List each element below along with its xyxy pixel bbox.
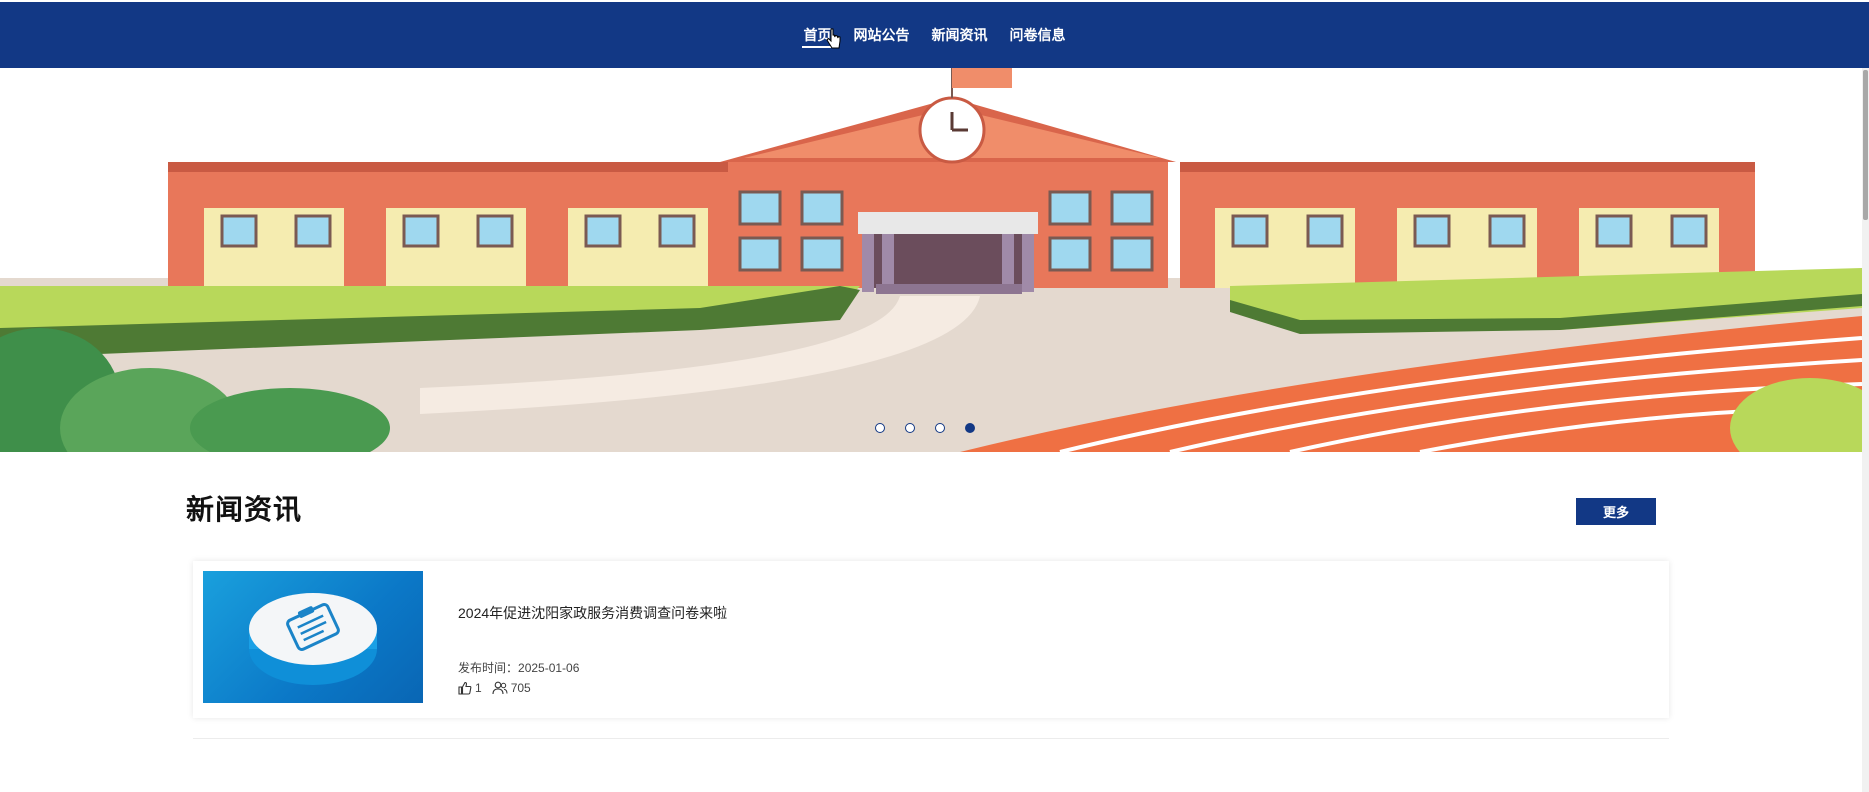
date-label: 发布时间： (458, 661, 519, 675)
nav-item-surveys[interactable]: 问卷信息 (1010, 2, 1066, 68)
hero-banner[interactable] (0, 68, 1862, 452)
carousel-dot-3[interactable] (935, 423, 945, 433)
main-nav: 首页 网站公告 新闻资讯 问卷信息 (0, 2, 1869, 68)
news-title[interactable]: 2024年促进沈阳家政服务消费调查问卷来啦 (458, 603, 727, 623)
users-icon (492, 681, 508, 695)
news-card[interactable]: 2024年促进沈阳家政服务消费调查问卷来啦 发布时间：2025-01-06 1 … (193, 561, 1669, 718)
likes-count: 1 (475, 681, 482, 695)
list-divider (193, 738, 1669, 739)
more-button[interactable]: 更多 (1576, 498, 1656, 525)
section-title-news: 新闻资讯 (186, 494, 303, 525)
nav-item-announcements[interactable]: 网站公告 (854, 2, 910, 68)
carousel-dot-4[interactable] (965, 423, 975, 433)
news-date: 发布时间：2025-01-06 (458, 659, 579, 676)
school-illustration (0, 68, 1862, 452)
pointer-cursor-icon (826, 28, 841, 49)
likes-stat[interactable]: 1 (458, 681, 482, 695)
views-stat: 705 (492, 681, 531, 695)
views-count: 705 (510, 681, 531, 695)
news-thumbnail (203, 571, 423, 703)
date-value: 2025-01-06 (518, 661, 580, 675)
scrollbar-thumb[interactable] (1863, 70, 1868, 220)
carousel-dot-1[interactable] (875, 423, 885, 433)
clipboard-icon (249, 593, 377, 685)
nav-item-news[interactable]: 新闻资讯 (932, 2, 988, 68)
news-stats: 1 705 (458, 681, 531, 695)
top-navigation-bar: 首页 网站公告 新闻资讯 问卷信息 (0, 2, 1869, 68)
carousel-indicators (875, 423, 975, 433)
carousel-dot-2[interactable] (905, 423, 915, 433)
thumbs-up-icon (458, 681, 472, 695)
